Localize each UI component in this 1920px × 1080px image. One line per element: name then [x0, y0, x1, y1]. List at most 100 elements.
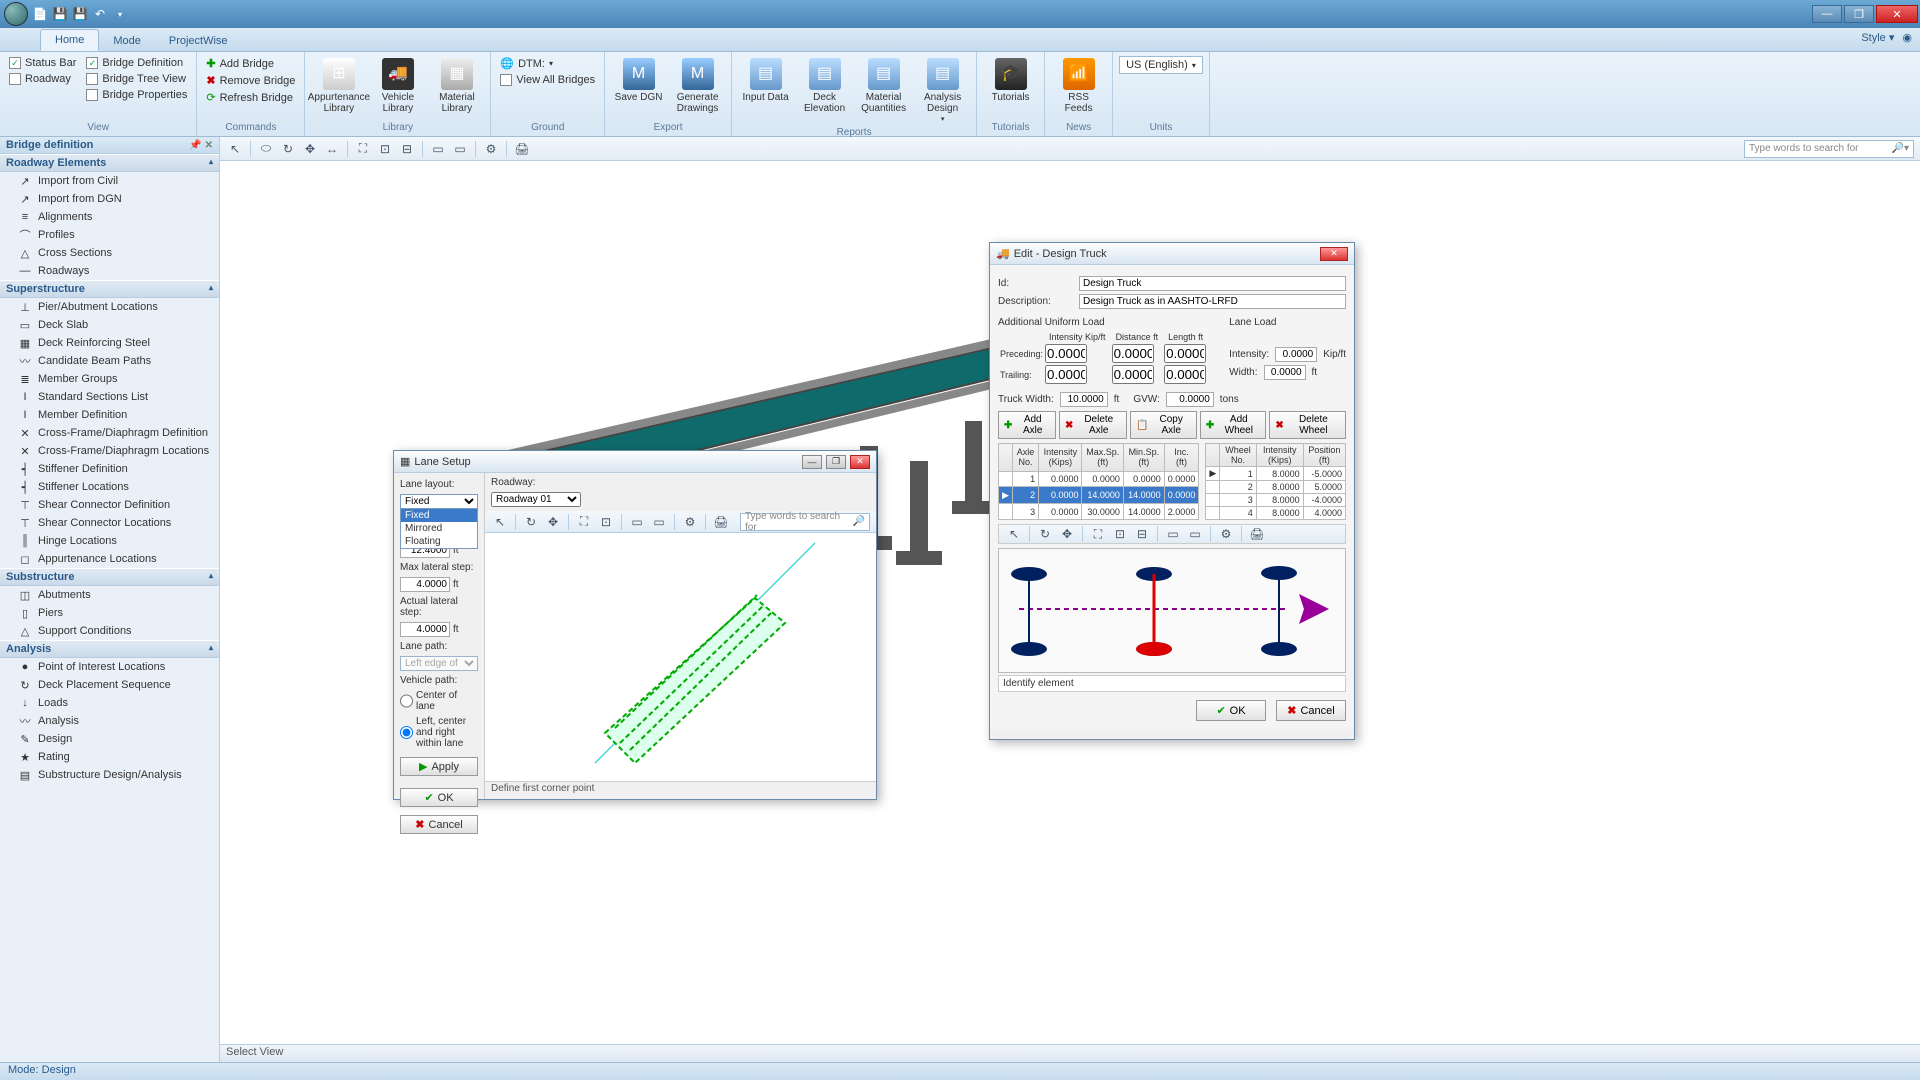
- lane-rotate-icon[interactable]: ↻: [522, 513, 540, 531]
- search-icon[interactable]: 🔎▾: [1892, 143, 1909, 154]
- trail-intensity-input[interactable]: [1045, 365, 1087, 384]
- app-orb-button[interactable]: [4, 2, 28, 26]
- id-input[interactable]: [1079, 276, 1346, 291]
- btn-vehicle-library[interactable]: 🚚Vehicle Library: [370, 56, 425, 116]
- pan-icon[interactable]: ✥: [301, 140, 319, 158]
- sidebar-item[interactable]: ▦Deck Reinforcing Steel: [0, 334, 219, 352]
- wheel-table[interactable]: Wheel No.Intensity (Kips)Position (ft) ▶…: [1205, 443, 1346, 520]
- truck-zoom2-icon[interactable]: ⊟: [1133, 525, 1151, 543]
- btn-save-dgn[interactable]: MSave DGN: [611, 56, 666, 105]
- measure-icon[interactable]: ↔: [323, 140, 341, 158]
- max-lateral-input[interactable]: [400, 577, 450, 592]
- sidebar-item[interactable]: ▤Substructure Design/Analysis: [0, 766, 219, 784]
- truck-print-icon[interactable]: 🖨: [1248, 525, 1266, 543]
- sidebar-item[interactable]: ┥Stiffener Locations: [0, 478, 219, 496]
- truck-gear-icon[interactable]: ⚙: [1217, 525, 1235, 543]
- sidebar-item[interactable]: ★Rating: [0, 748, 219, 766]
- lane-min-button[interactable]: —: [802, 455, 822, 469]
- lane-path-select[interactable]: Left edge of deck: [400, 656, 478, 671]
- lane-print-icon[interactable]: 🖨: [712, 513, 730, 531]
- tab-mode[interactable]: Mode: [99, 31, 155, 51]
- sidebar-item[interactable]: △Cross Sections: [0, 244, 219, 262]
- btn-input-data[interactable]: ▤Input Data: [738, 56, 793, 105]
- btn-deck-elevation[interactable]: ▤Deck Elevation: [797, 56, 852, 116]
- lane-fit-icon[interactable]: ⛶: [575, 513, 593, 531]
- pin-icon[interactable]: 📌: [189, 140, 201, 151]
- fit-icon[interactable]: ⛶: [354, 140, 372, 158]
- dtm-dropdown[interactable]: 🌐DTM: ▾: [497, 56, 598, 71]
- settings-icon[interactable]: ⚙: [482, 140, 500, 158]
- view2-icon[interactable]: ▭: [451, 140, 469, 158]
- globe-icon[interactable]: ⬭: [257, 140, 275, 158]
- lane-layout-select[interactable]: Fixed: [400, 494, 478, 509]
- truck-arrow-icon[interactable]: ↖: [1005, 525, 1023, 543]
- truck-zoom-icon[interactable]: ⊡: [1111, 525, 1129, 543]
- sidebar-item[interactable]: ✕Cross-Frame/Diaphragm Locations: [0, 442, 219, 460]
- sidebar-group-header[interactable]: Analysis▴: [0, 640, 219, 658]
- sidebar-item[interactable]: ▯Piers: [0, 604, 219, 622]
- sidebar-item[interactable]: ⊤Shear Connector Locations: [0, 514, 219, 532]
- lane-search-input[interactable]: Type words to search for🔎: [740, 513, 870, 531]
- truck-width-input[interactable]: [1060, 392, 1108, 407]
- truck-pan-icon[interactable]: ✥: [1058, 525, 1076, 543]
- sidebar-item[interactable]: ┥Stiffener Definition: [0, 460, 219, 478]
- sidebar-item[interactable]: IMember Definition: [0, 406, 219, 424]
- lane-pan-icon[interactable]: ✥: [544, 513, 562, 531]
- lane-preview[interactable]: [485, 533, 876, 781]
- sidebar-item[interactable]: ≡Alignments: [0, 208, 219, 226]
- sidebar-item[interactable]: 〰Analysis: [0, 712, 219, 730]
- trail-length-input[interactable]: [1164, 365, 1206, 384]
- chk-bridge-def[interactable]: ✓Bridge Definition: [83, 56, 190, 70]
- truck-fit-icon[interactable]: ⛶: [1089, 525, 1107, 543]
- chk-roadway[interactable]: Roadway: [6, 72, 79, 86]
- sidebar-item[interactable]: ✕Cross-Frame/Diaphragm Definition: [0, 424, 219, 442]
- lane-option-floating[interactable]: Floating: [401, 535, 477, 548]
- chk-status-bar[interactable]: ✓Status Bar: [6, 56, 79, 70]
- lane-intensity-input[interactable]: [1275, 347, 1317, 362]
- qat-saveall-icon[interactable]: 💾: [72, 6, 88, 22]
- style-dropdown[interactable]: Style ▾: [1861, 31, 1894, 44]
- sidebar-item[interactable]: ◫Abutments: [0, 586, 219, 604]
- sidebar-item[interactable]: —Roadways: [0, 262, 219, 280]
- apply-button[interactable]: ▶Apply: [400, 757, 478, 776]
- tab-home[interactable]: Home: [40, 29, 99, 51]
- qat-undo-icon[interactable]: ↶: [92, 6, 108, 22]
- btn-add-bridge[interactable]: ✚Add Bridge: [203, 56, 298, 71]
- roadway-select[interactable]: Roadway 01: [491, 492, 581, 507]
- lane-ok-button[interactable]: ✔OK: [400, 788, 478, 807]
- lane-cancel-button[interactable]: ✖Cancel: [400, 815, 478, 834]
- lane-v1-icon[interactable]: ▭: [628, 513, 646, 531]
- zoom-out-icon[interactable]: ⊟: [398, 140, 416, 158]
- sidebar-group-header[interactable]: Substructure▴: [0, 568, 219, 586]
- lane-option-mirrored[interactable]: Mirrored: [401, 522, 477, 535]
- maximize-button[interactable]: ❐: [1844, 5, 1874, 23]
- sidebar-item[interactable]: ↓Loads: [0, 694, 219, 712]
- prec-length-input[interactable]: [1164, 344, 1206, 363]
- sidebar-item[interactable]: ⊤Shear Connector Definition: [0, 496, 219, 514]
- btn-gen-drawings[interactable]: MGenerate Drawings: [670, 56, 725, 116]
- qat-new-icon[interactable]: 📄: [32, 6, 48, 22]
- sidebar-group-header[interactable]: Superstructure▴: [0, 280, 219, 298]
- btn-appurt-library[interactable]: ⊞Appurtenance Library: [311, 56, 366, 116]
- panel-close-icon[interactable]: ✕: [205, 140, 213, 151]
- vp-left-radio[interactable]: Left, center and right within lane: [400, 716, 478, 749]
- truck-close-button[interactable]: ✕: [1320, 247, 1348, 261]
- truck-ok-button[interactable]: ✔OK: [1196, 700, 1266, 721]
- lane-arrow-icon[interactable]: ↖: [491, 513, 509, 531]
- chk-view-all-bridges[interactable]: View All Bridges: [497, 73, 598, 87]
- help-icon[interactable]: ◉: [1902, 31, 1912, 44]
- sidebar-item[interactable]: ↗Import from DGN: [0, 190, 219, 208]
- vp-center-radio[interactable]: Center of lane: [400, 690, 478, 712]
- chk-properties[interactable]: Bridge Properties: [83, 88, 190, 102]
- truck-schematic[interactable]: [998, 548, 1346, 673]
- add-wheel-button[interactable]: ✚Add Wheel: [1200, 411, 1267, 439]
- btn-material-library[interactable]: ▦Material Library: [429, 56, 484, 116]
- btn-remove-bridge[interactable]: ✖Remove Bridge: [203, 73, 298, 88]
- sidebar-item[interactable]: ◻Appurtenance Locations: [0, 550, 219, 568]
- sidebar-item[interactable]: ●Point of Interest Locations: [0, 658, 219, 676]
- sidebar-item[interactable]: ⊥Pier/Abutment Locations: [0, 298, 219, 316]
- zoom-in-icon[interactable]: ⊡: [376, 140, 394, 158]
- tab-projectwise[interactable]: ProjectWise: [155, 31, 242, 51]
- close-button[interactable]: ✕: [1876, 5, 1918, 23]
- lane-close-button[interactable]: ✕: [850, 455, 870, 469]
